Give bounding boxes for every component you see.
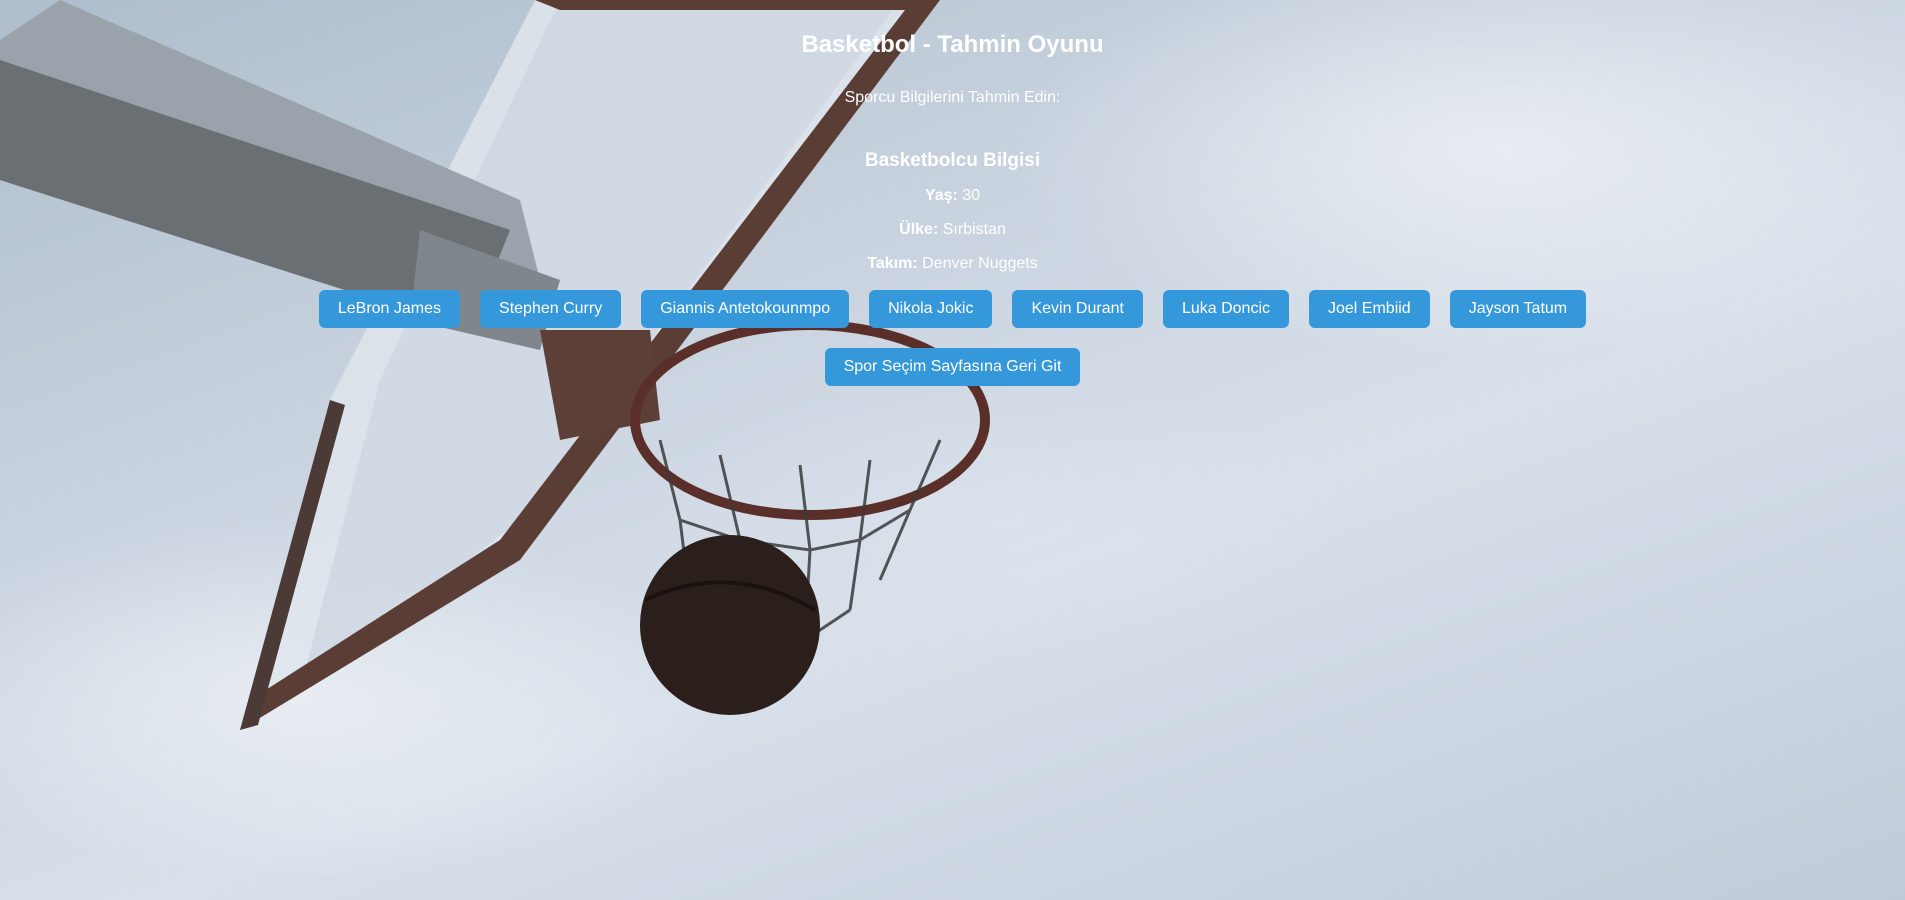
back-button-row: Spor Seçim Sayfasına Geri Git [0,348,1905,386]
page-title: Basketbol - Tahmin Oyunu [801,31,1104,58]
player-info-card: Basketbolcu Bilgisi Yaş: 30 Ülke: Sırbis… [0,150,1905,274]
country-label: Ülke: [899,221,939,238]
guess-button-stephen-curry[interactable]: Stephen Curry [480,290,622,328]
page-subtitle: Sporcu Bilgilerini Tahmin Edin: [844,89,1061,106]
guess-button-giannis-antetokounmpo[interactable]: Giannis Antetokounmpo [641,290,850,328]
guess-button-luka-doncic[interactable]: Luka Doncic [1162,290,1289,328]
info-country: Ülke: Sırbistan [0,220,1905,240]
guess-button-lebron-james[interactable]: LeBron James [318,290,461,328]
team-value: Denver Nuggets [922,255,1038,272]
age-label: Yaş: [924,187,958,204]
guess-button-jayson-tatum[interactable]: Jayson Tatum [1449,290,1587,328]
age-value: 30 [962,187,981,204]
main-content: Basketbol - Tahmin Oyunu Sporcu Bilgiler… [0,0,1905,386]
info-team: Takım: Denver Nuggets [0,254,1905,274]
guess-button-joel-embiid[interactable]: Joel Embiid [1309,290,1430,328]
back-to-sport-selection-button[interactable]: Spor Seçim Sayfasına Geri Git [824,348,1081,386]
guess-button-kevin-durant[interactable]: Kevin Durant [1012,290,1143,328]
team-label: Takım: [867,255,918,272]
guess-button-row: LeBron James Stephen Curry Giannis Antet… [0,290,1905,328]
page: Basketbol - Tahmin Oyunu Sporcu Bilgiler… [0,0,1905,900]
country-value: Sırbistan [942,221,1006,238]
guess-button-nikola-jokic[interactable]: Nikola Jokic [869,290,993,328]
info-age: Yaş: 30 [0,186,1905,206]
info-heading: Basketbolcu Bilgisi [864,150,1041,171]
